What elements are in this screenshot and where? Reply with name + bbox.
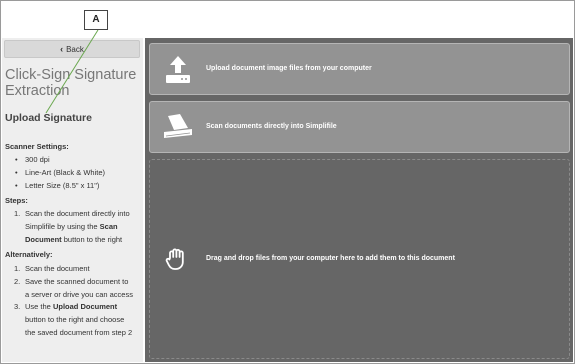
upload-icon xyxy=(166,56,190,83)
sidebar: ‹ Back Click-Sign Signature Extraction Up… xyxy=(2,38,143,362)
drop-zone[interactable]: Drag and drop files from your computer h… xyxy=(149,159,570,359)
scanner-icon xyxy=(164,114,192,138)
alternatively-heading: Alternatively: xyxy=(5,250,53,259)
list-item: 2. Save the scanned document to xyxy=(14,276,129,286)
upload-files-label: Upload document image files from your co… xyxy=(206,65,372,72)
steps-list: 1. Scan the document directly into Simpli… xyxy=(5,208,143,246)
hand-icon xyxy=(165,248,184,270)
drop-zone-label: Drag and drop files from your computer h… xyxy=(206,255,455,262)
upload-panel: Upload document image files from your co… xyxy=(145,38,573,362)
scan-documents-label: Scan documents directly into Simplifile xyxy=(206,123,337,130)
chevron-left-icon: ‹ xyxy=(60,44,64,54)
page-subtitle: Upload Signature xyxy=(5,112,92,124)
list-item: • Letter Size (8.5" x 11") xyxy=(15,180,100,190)
list-item: • Line-Art (Black & White) xyxy=(15,167,106,177)
steps-heading: Steps: xyxy=(5,196,28,205)
page-title: Click-Sign Signature Extraction xyxy=(5,67,137,99)
back-button[interactable]: ‹ Back xyxy=(4,40,140,58)
upload-files-button[interactable]: Upload document image files from your co… xyxy=(149,43,570,95)
list-item: 1. Scan the document directly into xyxy=(14,209,130,218)
scanner-settings-list: • 300 dpi • Line-Art (Black & White) • Lett… xyxy=(5,154,143,192)
scan-documents-button[interactable]: Scan documents directly into Simplifile xyxy=(149,101,570,153)
list-item: • 300 dpi xyxy=(15,155,50,164)
alternative-steps-list: 1. Scan the document 2. Save the scanned d… xyxy=(5,263,143,340)
callout-label: A xyxy=(84,10,108,30)
list-item: 1. Scan the document xyxy=(14,264,90,273)
scanner-settings-heading: Scanner Settings: xyxy=(5,142,69,151)
back-button-label: Back xyxy=(66,45,84,54)
list-item: 3. Use the Upload Document xyxy=(14,302,118,312)
